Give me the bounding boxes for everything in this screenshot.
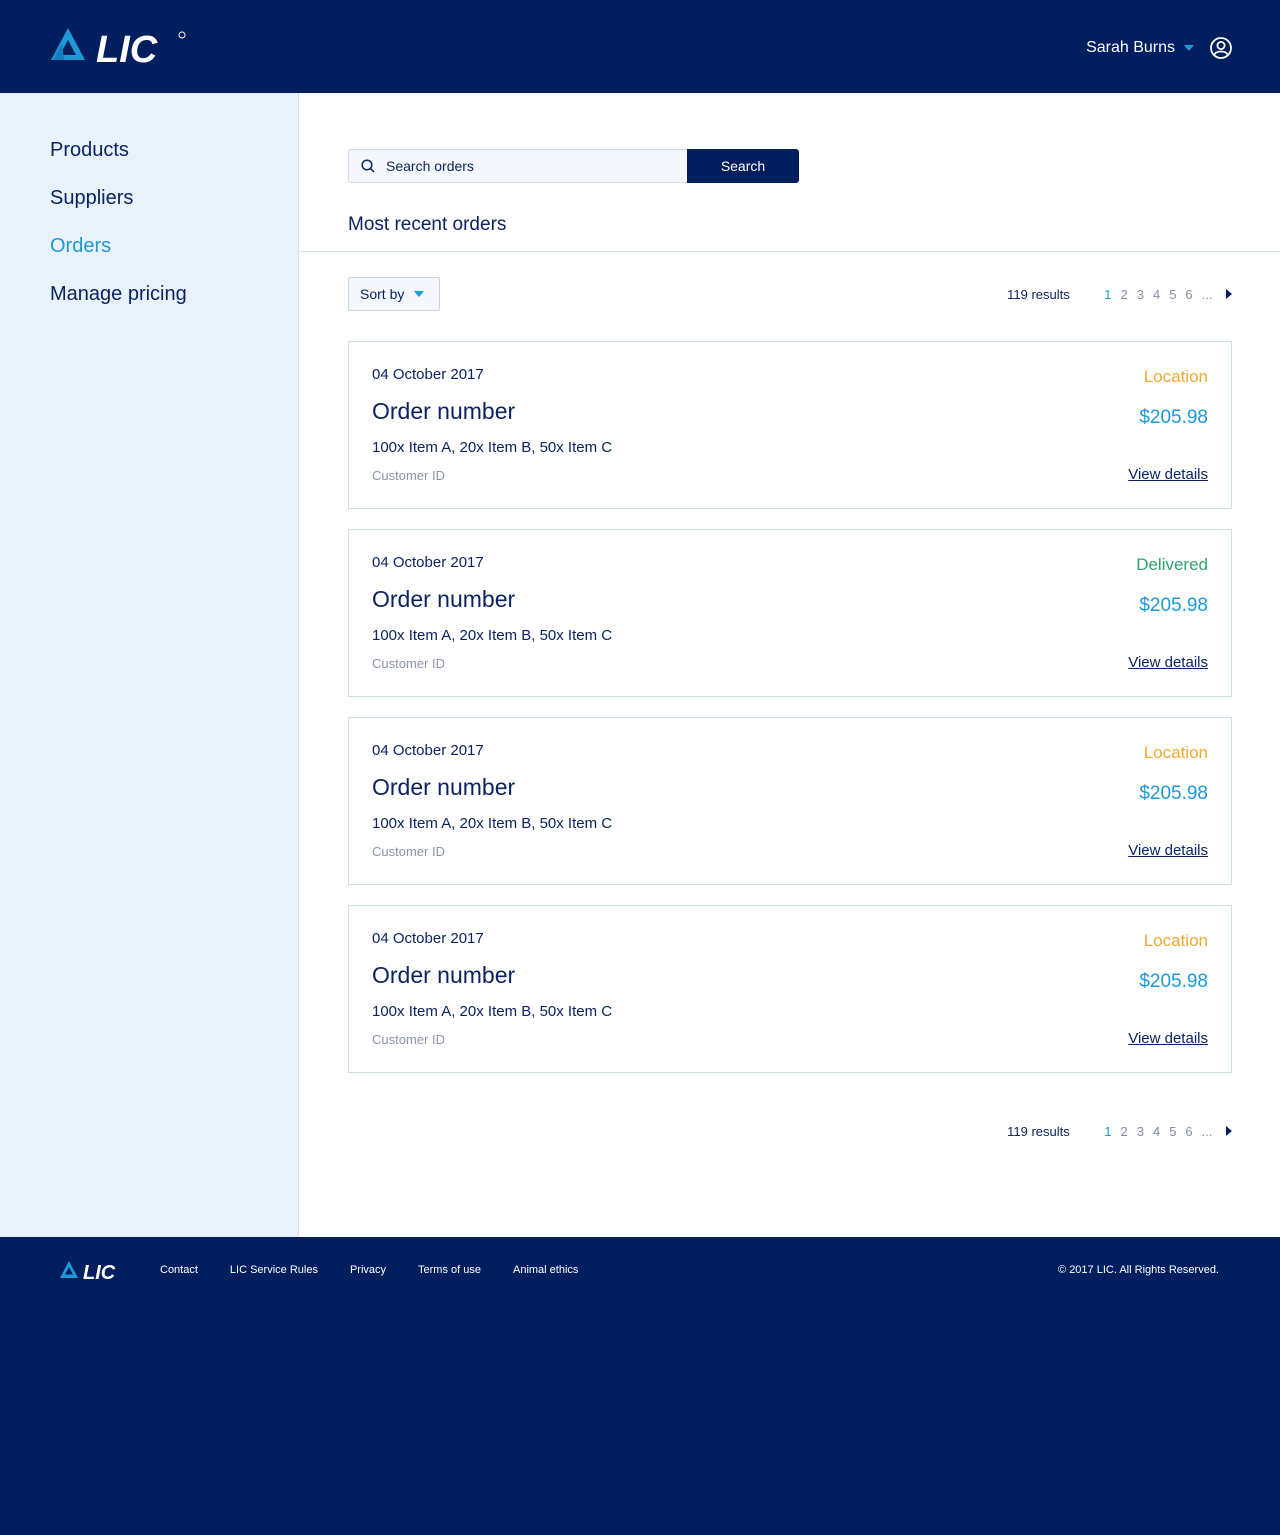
footer-link-animal-ethics[interactable]: Animal ethics [513,1264,578,1276]
customer-id: Customer ID [372,844,445,859]
page-link-6[interactable]: 6 [1185,1124,1192,1139]
order-number: Order number [372,962,516,988]
page-link-2[interactable]: 2 [1120,1124,1127,1139]
order-number: Order number [372,398,516,424]
page-link-3[interactable]: 3 [1137,1124,1144,1139]
order-items: 100x Item A, 20x Item B, 50x Item C [372,439,613,456]
search-button[interactable]: Search [687,149,799,183]
copyright: © 2017 LIC. All Rights Reserved. [1058,1264,1219,1276]
results-count: 119 results [1007,286,1070,302]
order-price: $205.98 [1139,783,1208,804]
search-field[interactable] [348,149,687,183]
customer-id: Customer ID [372,1032,445,1047]
sidebar: Products Suppliers Orders Manage pricing [0,93,299,1237]
pagination-top: 119 results 1 2 3 4 5 6 ... [1007,285,1232,303]
view-details-link[interactable]: View details [1128,1030,1208,1047]
order-card: 04 October 2017 Order number 100x Item A… [348,341,1232,509]
divider [299,251,1280,252]
next-page-icon[interactable] [1226,289,1232,299]
results-count: 119 results [1007,1123,1070,1139]
page-link-4[interactable]: 4 [1153,1124,1160,1139]
sidebar-item-products[interactable]: Products [50,139,129,162]
sort-label: Sort by [360,286,405,302]
order-number: Order number [372,586,516,612]
customer-id: Customer ID [372,656,445,671]
order-price: $205.98 [1139,595,1208,616]
page-link-3[interactable]: 3 [1137,287,1144,302]
main-content: Search Most recent orders Sort by 119 re… [299,93,1280,1237]
logo-text: LIC [96,29,158,66]
order-items: 100x Item A, 20x Item B, 50x Item C [372,1003,613,1020]
order-items: 100x Item A, 20x Item B, 50x Item C [372,815,613,832]
page-link-6[interactable]: 6 [1185,287,1192,302]
footer-link-contact[interactable]: Contact [160,1264,198,1276]
footer-link-service-rules[interactable]: LIC Service Rules [230,1264,318,1276]
order-number: Order number [372,774,516,800]
footer-link-privacy[interactable]: Privacy [350,1264,386,1276]
order-card: 04 October 2017 Order number 100x Item A… [348,529,1232,697]
order-price: $205.98 [1139,407,1208,428]
user-menu[interactable]: Sarah Burns [1086,36,1232,60]
order-card: 04 October 2017 Order number 100x Item A… [348,905,1232,1073]
pagination-bottom: 119 results 1 2 3 4 5 6 ... [1007,1122,1232,1140]
order-date: 04 October 2017 [372,554,484,571]
search-input[interactable] [384,157,668,175]
sidebar-item-suppliers[interactable]: Suppliers [50,187,133,210]
page-link-1[interactable]: 1 [1104,287,1111,302]
chevron-down-icon[interactable] [1184,45,1194,51]
footer-links: Contact LIC Service Rules Privacy Terms … [160,1264,610,1276]
footer-link-terms[interactable]: Terms of use [418,1264,481,1276]
order-date: 04 October 2017 [372,366,484,383]
top-header: LIC Sarah Burns [0,0,1280,93]
order-date: 04 October 2017 [372,930,484,947]
order-price: $205.98 [1139,971,1208,992]
search-bar: Search [348,149,799,183]
view-details-link[interactable]: View details [1128,466,1208,483]
search-icon [361,159,375,173]
page-link-5[interactable]: 5 [1169,287,1176,302]
order-card: 04 October 2017 Order number 100x Item A… [348,717,1232,885]
chevron-down-icon [414,291,425,297]
logo-text: LIC [83,1262,116,1282]
page-link-5[interactable]: 5 [1169,1124,1176,1139]
lic-logo[interactable]: LIC [48,26,188,66]
sidebar-item-manage-pricing[interactable]: Manage pricing [50,283,187,306]
order-status: Delivered [1136,555,1208,574]
page-ellipsis: ... [1201,286,1213,302]
sidebar-item-orders[interactable]: Orders [50,235,111,258]
order-status: Location [1143,931,1208,950]
next-page-icon[interactable] [1226,1126,1232,1136]
view-details-link[interactable]: View details [1128,842,1208,859]
user-account-icon[interactable] [1210,37,1232,59]
page-link-1[interactable]: 1 [1104,1124,1111,1139]
order-status: Location [1143,743,1208,762]
order-date: 04 October 2017 [372,742,484,759]
page-link-4[interactable]: 4 [1153,287,1160,302]
footer: LIC Contact LIC Service Rules Privacy Te… [0,1237,1280,1535]
order-status: Location [1143,367,1208,386]
order-items: 100x Item A, 20x Item B, 50x Item C [372,627,613,644]
user-name[interactable]: Sarah Burns [1086,39,1175,57]
page-ellipsis: ... [1201,1123,1213,1139]
lic-logo[interactable]: LIC [59,1260,129,1282]
customer-id: Customer ID [372,468,445,483]
section-title: Most recent orders [348,214,507,235]
sort-dropdown[interactable]: Sort by [348,277,440,311]
page-link-2[interactable]: 2 [1120,287,1127,302]
view-details-link[interactable]: View details [1128,654,1208,671]
